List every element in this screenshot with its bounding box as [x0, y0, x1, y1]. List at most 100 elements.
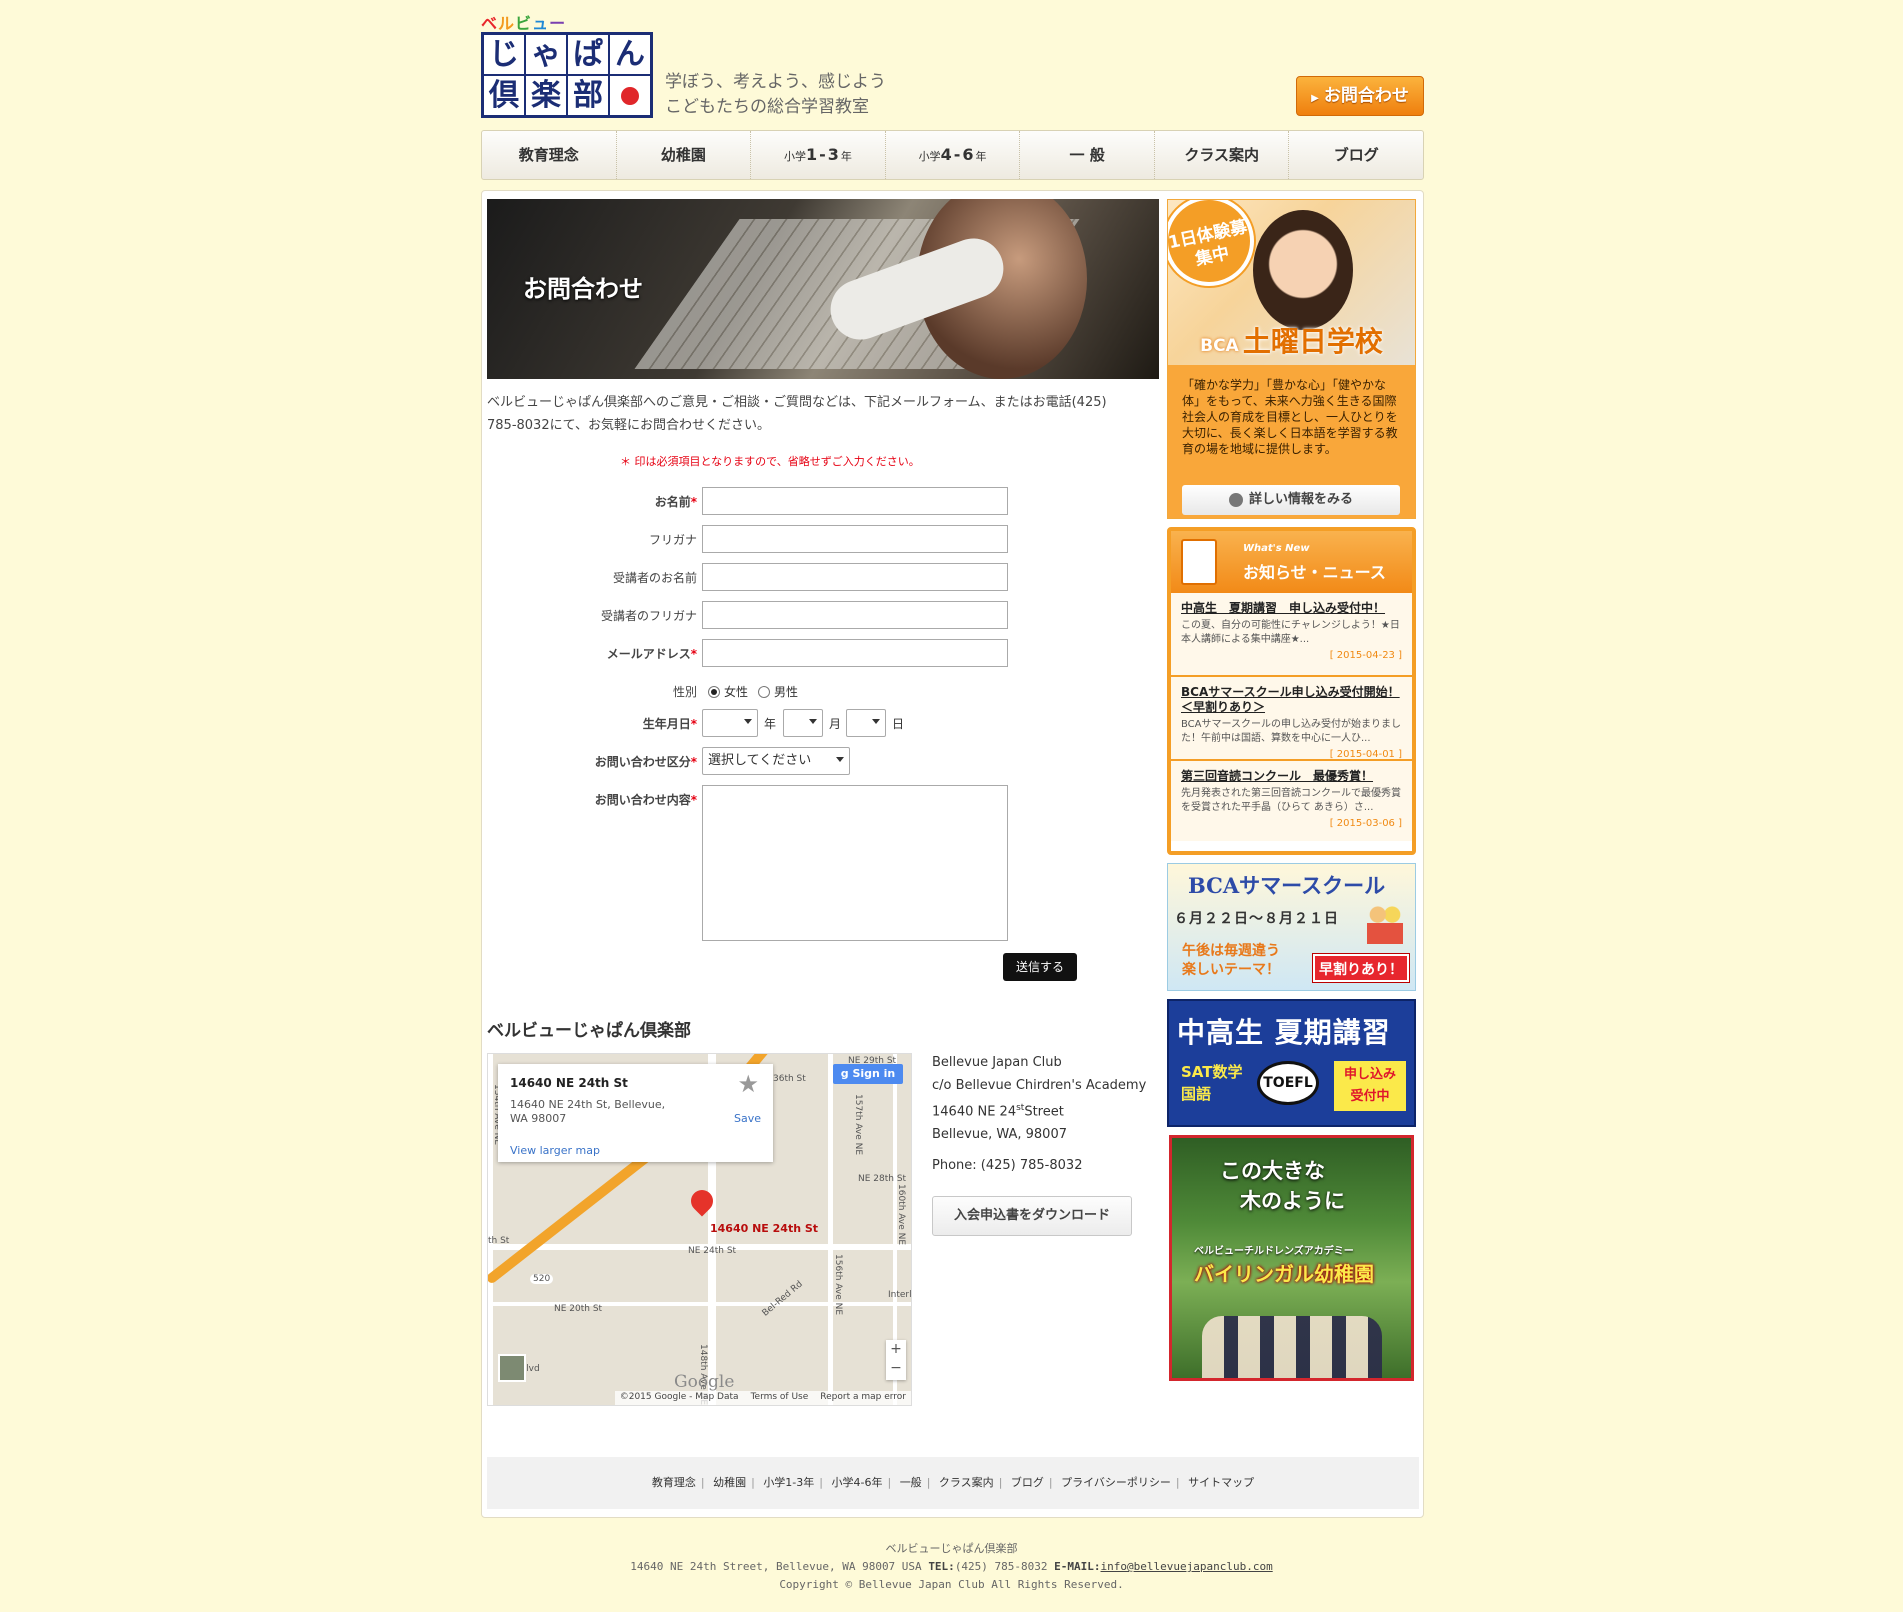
- saturday-school-photo: 1日体験募集中 BCA 土曜日学校: [1168, 200, 1415, 365]
- zoom-out-icon[interactable]: −: [886, 1359, 906, 1378]
- gender-label: 性別: [672, 685, 697, 699]
- google-map[interactable]: NE 24th St NE 20th St 148th Ave NE 156th…: [487, 1053, 912, 1406]
- address-line: Bellevue Japan Club: [932, 1055, 1062, 1070]
- logo-char: ぱ: [568, 35, 610, 74]
- apply-badge: 申し込み 受付中: [1334, 1061, 1406, 1111]
- required-note: ＊ 印は必須項目となりますので、省略せずご入力ください。: [620, 455, 920, 468]
- japan-flag-icon: [610, 76, 650, 117]
- logo-char: ん: [615, 37, 645, 72]
- footer-link-kindergarten[interactable]: 幼稚園: [713, 1476, 746, 1489]
- google-icon: g: [840, 1067, 853, 1080]
- nav-item-general[interactable]: 一 般: [1020, 131, 1155, 179]
- view-larger-map-link[interactable]: View larger map: [510, 1144, 600, 1157]
- form-row-name: お名前*: [482, 487, 1162, 517]
- map-card-title: 14640 NE 24th St: [510, 1076, 628, 1090]
- footer-links: 教育理念 | 幼稚園 | 小学1-3年 | 小学4-6年 | 一般 | クラス案内 | ブロ…: [487, 1457, 1419, 1509]
- summer-school-title: BCAサマースクール: [1188, 873, 1386, 898]
- logo-kana: ベルビュー: [481, 14, 567, 33]
- news-item-title[interactable]: 第三回音読コンクール 最優秀賞！: [1181, 769, 1402, 784]
- address-line: Bellevue, WA, 98007: [932, 1127, 1067, 1143]
- saturday-school-banner[interactable]: 1日体験募集中 BCA 土曜日学校 「確かな学力」「豊かな心」「健やかな体」をも…: [1167, 199, 1416, 519]
- footer-link-philosophy[interactable]: 教育理念: [652, 1476, 696, 1489]
- map-zoom-control[interactable]: + −: [886, 1340, 906, 1380]
- gender-radio-group: 女性 男性: [708, 683, 798, 700]
- news-item[interactable]: BCAサマースクール申し込み受付開始！＜早割りあり＞ BCAサマースクールの申し…: [1171, 677, 1412, 761]
- map-card-address: 14640 NE 24th St, Bellevue, WA 98007: [510, 1098, 666, 1125]
- nav-grade: 4-6: [940, 145, 976, 164]
- map-label: NE 24th St: [688, 1246, 737, 1256]
- zoom-in-icon[interactable]: +: [886, 1340, 906, 1359]
- satellite-thumbnail[interactable]: [498, 1354, 526, 1382]
- news-item-date: [ 2015-03-06 ]: [1329, 818, 1402, 829]
- student-furigana-input[interactable]: [702, 601, 1008, 629]
- logo-char: 楽: [526, 76, 568, 117]
- footer-link-blog[interactable]: ブログ: [1011, 1476, 1044, 1489]
- bilingual-kindergarten-banner[interactable]: この大きな 木のように ベルビューチルドレンズアカデミー バイリンガル幼稚園: [1169, 1135, 1414, 1381]
- map-sign-in-button[interactable]: g Sign in: [833, 1064, 903, 1084]
- birth-day-select[interactable]: [846, 709, 886, 737]
- nav-item-kindergarten[interactable]: 幼稚園: [617, 131, 752, 179]
- footer-link-sitemap[interactable]: サイトマップ: [1188, 1476, 1254, 1489]
- content-panel: お問合わせ ベルビューじゃぱん倶楽部へのご意見・ご相談・ご質問などは、下記メール…: [481, 190, 1424, 1518]
- footer-link-elementary-1-3[interactable]: 小学1-3年: [763, 1476, 814, 1489]
- footer-link-classes[interactable]: クラス案内: [939, 1476, 994, 1489]
- kids-illustration: [1367, 902, 1403, 944]
- news-item-desc: BCAサマースクールの申し込み受付が始まりました！午前中は国語、算数を中心に一人…: [1181, 719, 1402, 744]
- name-input[interactable]: [702, 487, 1008, 515]
- form-row-email: メールアドレス*: [482, 639, 1162, 669]
- site-logo[interactable]: ベルビュー じ ゃ ぱ ん 倶 楽 部: [481, 10, 656, 120]
- footer-link-elementary-4-6[interactable]: 小学4-6年: [832, 1476, 883, 1489]
- nav-item-elementary-4-6[interactable]: 小学4-6年: [886, 131, 1021, 179]
- footer-email-link[interactable]: info@bellevuejapanclub.com: [1101, 1560, 1273, 1573]
- news-item-title[interactable]: 中高生 夏期講習 申し込み受付中！: [1181, 601, 1402, 616]
- news-header: What's New お知らせ・ニュース: [1171, 531, 1412, 593]
- map-label: NE 20th St: [554, 1304, 603, 1314]
- birth-year-select[interactable]: [702, 709, 758, 737]
- email-label: メールアドレス*: [606, 647, 697, 661]
- category-select[interactable]: 選択してください: [702, 747, 850, 775]
- high-school-summer-banner[interactable]: 中高生 夏期講習 SAT数学 国語 TOEFL 申し込み 受付中: [1167, 999, 1416, 1127]
- nav-item-philosophy[interactable]: 教育理念: [482, 131, 617, 179]
- content-textarea[interactable]: [702, 785, 1008, 941]
- news-item[interactable]: 中高生 夏期講習 申し込み受付中！ この夏、自分の可能性にチャレンジしよう！★日…: [1171, 593, 1412, 677]
- footer-link-general[interactable]: 一般: [900, 1476, 922, 1489]
- nav-suffix: 年: [840, 150, 852, 163]
- footer-link-privacy[interactable]: プライバシーポリシー: [1061, 1476, 1171, 1489]
- saturday-school-more-button[interactable]: 詳しい情報をみる: [1182, 485, 1400, 515]
- star-icon[interactable]: ★: [737, 1070, 759, 1098]
- high-school-title: 中高生 夏期講習: [1177, 1016, 1391, 1049]
- student-name-input[interactable]: [702, 563, 1008, 591]
- submit-button[interactable]: 送信する: [1003, 953, 1077, 981]
- report-map-error-link[interactable]: Report a map error: [820, 1392, 906, 1404]
- news-item-desc: 先月発表された第三回音読コンクールで最優秀賞を受賞された平手晶（ひらて あきら）…: [1181, 788, 1401, 813]
- nav-item-blog[interactable]: ブログ: [1289, 131, 1423, 179]
- nav-item-classes[interactable]: クラス案内: [1155, 131, 1290, 179]
- summer-school-banner[interactable]: BCAサマースクール ６月２２日〜８月２１日 午後は毎週違う 楽しいテーマ！ 早割…: [1167, 863, 1416, 991]
- club-title: ベルビューじゃぱん倶楽部: [487, 1021, 691, 1041]
- toefl-logo: TOEFL: [1257, 1061, 1319, 1105]
- download-application-button[interactable]: 入会申込書をダウンロード: [932, 1196, 1132, 1236]
- hero-banner: お問合わせ: [487, 199, 1159, 379]
- early-bird-badge: 早割りあり！: [1313, 954, 1409, 982]
- map-save-link[interactable]: Save: [734, 1112, 761, 1125]
- footer-site-name: ベルビューじゃぱん倶楽部: [885, 1542, 1018, 1555]
- gender-male-radio[interactable]: [758, 685, 771, 698]
- news-item-title[interactable]: BCAサマースクール申し込み受付開始！＜早割りあり＞: [1181, 685, 1402, 715]
- birth-month-select[interactable]: [783, 709, 823, 737]
- furigana-input[interactable]: [702, 525, 1008, 553]
- summer-school-dates: ６月２２日〜８月２１日: [1174, 911, 1339, 927]
- club-phone: Phone: (425) 785-8032: [932, 1158, 1083, 1173]
- map-label: NE 28th St: [858, 1174, 907, 1184]
- terms-of-use-link[interactable]: Terms of Use: [751, 1392, 809, 1404]
- contact-header-button[interactable]: ▶ お問合わせ: [1296, 76, 1424, 116]
- name-label: お名前*: [654, 495, 697, 509]
- site-header: ベルビュー じ ゃ ぱ ん 倶 楽 部 学ぼう、考えよう、感じよう こどもたちの: [481, 0, 1424, 130]
- content-label: お問い合わせ内容*: [594, 793, 697, 807]
- news-item[interactable]: 第三回音読コンクール 最優秀賞！ 先月発表された第三回音読コンクールで最優秀賞を…: [1171, 761, 1412, 841]
- form-row-student-furigana: 受講者のフリガナ: [482, 601, 1162, 631]
- news-header-jp: お知らせ・ニュース: [1243, 563, 1386, 582]
- gender-female-radio[interactable]: [708, 685, 720, 698]
- map-road: [488, 1302, 911, 1306]
- nav-item-elementary-1-3[interactable]: 小学1-3年: [751, 131, 886, 179]
- email-input[interactable]: [702, 639, 1008, 667]
